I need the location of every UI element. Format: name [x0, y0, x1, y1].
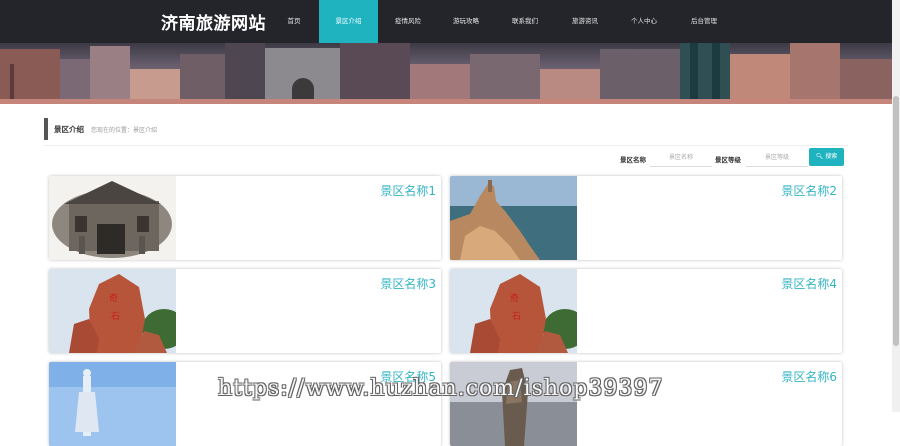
scenic-card[interactable]: 景区名称2 — [450, 176, 842, 260]
scenic-card[interactable]: 奇 石 景区名称4 — [450, 269, 842, 353]
scrollbar-thumb[interactable] — [893, 96, 899, 346]
scenic-card-title[interactable]: 景区名称3 — [380, 275, 436, 292]
breadcrumb: 您现在的位置：景区介绍 — [91, 127, 158, 134]
scenic-card-title[interactable]: 景区名称4 — [781, 275, 837, 292]
scenic-card[interactable]: 景区名称5 — [49, 362, 441, 446]
divider — [44, 145, 848, 146]
breadcrumb-marker — [44, 118, 48, 140]
search-name-label: 景区名称 — [620, 156, 646, 164]
nav-item-travel-guide[interactable]: 游玩攻略 — [444, 0, 488, 43]
statue-icon — [49, 362, 176, 446]
scenic-card[interactable]: 奇 石 景区名称3 — [49, 269, 441, 353]
top-navbar: 济南旅游网站 首页 景区介绍 疫情风险 游玩攻略 联系我们 旅游资讯 个人中心 … — [0, 0, 892, 43]
search-button[interactable]: 🔍︎ 搜索 — [809, 148, 844, 166]
nav-item-scenic-intro[interactable]: 景区介绍 — [319, 0, 378, 43]
rock-pillar-icon — [450, 362, 577, 446]
nav-item-user-center[interactable]: 个人中心 — [622, 0, 666, 43]
red-rock-icon: 奇 石 — [450, 269, 577, 353]
svg-text:石: 石 — [512, 312, 521, 322]
scenic-card[interactable]: 景区名称1 — [49, 176, 441, 260]
scenic-card-title[interactable]: 景区名称1 — [380, 182, 436, 199]
svg-text:奇: 奇 — [510, 292, 519, 304]
archway-icon — [49, 176, 176, 260]
nav-item-home[interactable]: 首页 — [278, 0, 310, 43]
red-rock-icon: 奇 石 — [49, 269, 176, 353]
search-level-input[interactable] — [746, 148, 808, 167]
scenic-card-title[interactable]: 景区名称6 — [781, 368, 837, 385]
site-logo-title[interactable]: 济南旅游网站 — [161, 9, 266, 34]
search-level-label: 景区等级 — [715, 156, 741, 164]
sea-cliff-icon — [450, 176, 577, 260]
nav-item-epidemic-risk[interactable]: 疫情风险 — [386, 0, 430, 43]
search-name-input[interactable] — [650, 148, 712, 167]
nav-item-travel-news[interactable]: 旅游资讯 — [563, 0, 607, 43]
nav-item-contact[interactable]: 联系我们 — [503, 0, 547, 43]
banner-image — [0, 43, 892, 104]
scenic-card[interactable]: 景区名称6 — [450, 362, 842, 446]
svg-text:石: 石 — [111, 312, 120, 322]
svg-text:奇: 奇 — [109, 292, 118, 304]
page-title: 景区介绍 — [54, 125, 84, 134]
page-scrollbar[interactable] — [892, 0, 900, 412]
watermark-url: https://www.huzhan.com/ishop39397 — [218, 376, 664, 401]
search-button-label: 搜索 — [825, 153, 838, 160]
search-icon: 🔍︎ — [815, 153, 824, 160]
scenic-card-title[interactable]: 景区名称2 — [781, 182, 837, 199]
nav-item-admin[interactable]: 后台管理 — [682, 0, 726, 43]
